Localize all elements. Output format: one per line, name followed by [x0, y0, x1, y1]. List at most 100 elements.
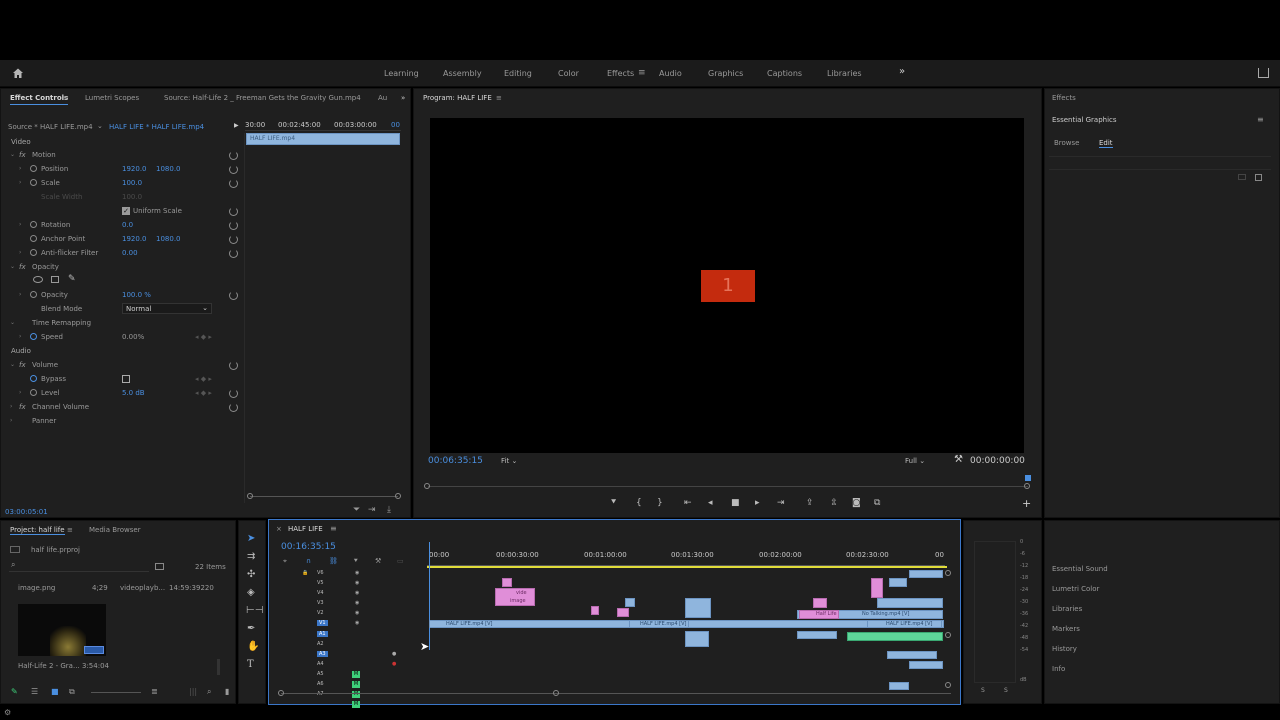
keyframe-nav-icons[interactable]: ◂ ◆ ▸	[195, 333, 212, 341]
pen-mask-icon[interactable]: ✎	[68, 274, 76, 284]
mark-in-icon[interactable]: {	[636, 498, 642, 508]
video-frame[interactable]: 1	[430, 118, 1024, 453]
program-scrubber[interactable]	[428, 481, 1028, 487]
clip-v2b[interactable]	[617, 608, 629, 617]
panner-row[interactable]: › Panner	[1, 415, 244, 428]
scroll-handle-right[interactable]	[395, 493, 401, 499]
panel-menu-icon[interactable]: ≡	[496, 94, 502, 102]
reset-icon[interactable]	[229, 151, 238, 160]
ellipse-mask-icon[interactable]	[33, 276, 43, 283]
position-x-value[interactable]: 1920.0	[122, 165, 147, 173]
panel-menu-icon[interactable]: ≡	[67, 526, 73, 534]
lift-icon[interactable]: ⇪	[806, 498, 814, 508]
timeline-title[interactable]: HALF LIFE	[288, 525, 323, 533]
chevron-right-icon[interactable]: ›	[19, 165, 21, 172]
chevron-right-icon[interactable]: ›	[19, 179, 21, 186]
stopwatch-icon[interactable]	[30, 235, 37, 242]
chevron-down-icon[interactable]: ⌄	[10, 263, 15, 270]
eye-icon[interactable]: ◉	[355, 610, 359, 616]
tab-browse[interactable]: Browse	[1054, 139, 1080, 147]
chevron-down-icon[interactable]: ⌄	[10, 361, 15, 368]
extract-icon[interactable]: ⇫	[830, 498, 838, 508]
reset-icon[interactable]	[229, 235, 238, 244]
level-value[interactable]: 5.0 dB	[122, 389, 145, 397]
mute-button[interactable]: M	[352, 681, 360, 688]
clip-v3-end[interactable]	[877, 598, 943, 608]
rectangle-mask-icon[interactable]	[51, 276, 59, 283]
export-frame-icon[interactable]: ⤓	[387, 505, 391, 515]
reset-icon[interactable]	[229, 207, 238, 216]
share-icon[interactable]	[1258, 68, 1269, 78]
clip-v5b[interactable]	[871, 578, 883, 598]
fx-icon[interactable]: fx	[19, 263, 26, 271]
rotation-value[interactable]: 0.0	[122, 221, 133, 229]
more-workspaces-button[interactable]: »	[899, 66, 905, 77]
reset-icon[interactable]	[229, 389, 238, 398]
eye-icon[interactable]: ◉	[355, 600, 359, 606]
export-icon[interactable]: ⇥	[368, 505, 376, 515]
hand-tool-icon[interactable]: ✋	[247, 641, 259, 652]
panel-menu-icon[interactable]: ≡	[1257, 115, 1264, 124]
add-marker-icon[interactable]: ⯆	[610, 498, 617, 508]
new-item-icon[interactable]: ▮	[225, 687, 229, 696]
time-remapping-row[interactable]: ⌄ Time Remapping	[1, 317, 244, 330]
effects-title[interactable]: Effects	[1052, 94, 1076, 102]
list-view-icon[interactable]: ☰	[31, 687, 38, 696]
clip-v1-end[interactable]: HALF LIFE.mp4 [V]	[867, 620, 942, 628]
clip-audio-a1b[interactable]	[797, 631, 837, 639]
media-row-name[interactable]: image.png	[18, 584, 55, 592]
play-triangle-icon[interactable]: ▶	[234, 122, 239, 129]
razor-tool-icon[interactable]: ◈	[247, 587, 255, 598]
mark-out-icon[interactable]: }	[657, 498, 663, 508]
stopwatch-icon[interactable]	[30, 221, 37, 228]
go-to-out-icon[interactable]: ⇥	[777, 498, 785, 508]
fx-icon[interactable]: fx	[19, 403, 26, 411]
find-icon[interactable]: ⌕	[207, 687, 211, 697]
chevron-right-icon[interactable]: ›	[19, 249, 21, 256]
panel-menu-icon[interactable]: ≡	[330, 524, 337, 533]
stopwatch-icon[interactable]	[30, 375, 37, 382]
clip-image[interactable]: image vide	[495, 588, 535, 606]
tab-lumetri-scopes[interactable]: Lumetri Scopes	[85, 94, 139, 102]
pen-tool-icon[interactable]: ✒	[247, 623, 255, 634]
selection-tool-icon[interactable]: ➤	[247, 533, 255, 544]
side-item-libraries[interactable]: Libraries	[1052, 605, 1082, 613]
reset-icon[interactable]	[229, 403, 238, 412]
scroll-handle-mid[interactable]	[553, 690, 559, 696]
essential-graphics-title[interactable]: Essential Graphics	[1052, 116, 1117, 124]
scroll-handle-left[interactable]	[278, 690, 284, 696]
tab-edit[interactable]: Edit	[1099, 139, 1113, 148]
sequence-label[interactable]: HALF LIFE * HALF LIFE.mp4	[109, 123, 204, 131]
tab-source[interactable]: Source: Half-Life 2 _ Freeman Gets the G…	[164, 94, 361, 102]
slip-tool-icon[interactable]: ⊢⊣	[246, 605, 263, 616]
reset-icon[interactable]	[229, 291, 238, 300]
tab-effect-controls[interactable]: Effect Controls	[10, 94, 69, 105]
chevron-right-icon[interactable]: ›	[10, 417, 12, 424]
close-icon[interactable]: ×	[276, 525, 282, 533]
keyframe-nav-icons[interactable]: ◂ ◆ ▸	[195, 375, 212, 383]
pencil-icon[interactable]: ✎	[11, 687, 18, 696]
tab-audio-clip[interactable]: Au	[378, 94, 387, 102]
work-area-bar[interactable]	[427, 566, 947, 568]
project-scrollbar[interactable]	[217, 659, 220, 675]
timeline-timecode[interactable]: 00:16:35:15	[281, 542, 336, 552]
zoom-scrollbar[interactable]	[247, 493, 401, 501]
workspace-captions[interactable]: Captions	[767, 69, 802, 78]
vertical-scroll-handle[interactable]	[945, 682, 951, 688]
stopwatch-icon[interactable]	[30, 333, 37, 340]
quality-select[interactable]: Full ⌄	[905, 457, 925, 465]
stop-icon[interactable]: ■	[731, 498, 740, 508]
solo-left-button[interactable]: S	[981, 687, 985, 694]
home-icon[interactable]	[12, 67, 24, 79]
chevron-right-icon[interactable]: ›	[19, 221, 21, 228]
clip-v3c[interactable]	[685, 598, 711, 618]
fx-icon[interactable]: fx	[19, 361, 26, 369]
linked-selection-icon[interactable]: ⛓	[329, 557, 338, 565]
new-bin-icon[interactable]	[155, 563, 164, 570]
icon-view-icon[interactable]: ■	[51, 687, 59, 696]
side-item-essential-sound[interactable]: Essential Sound	[1052, 565, 1108, 573]
scale-value[interactable]: 100.0	[122, 179, 142, 187]
side-item-info[interactable]: Info	[1052, 665, 1065, 673]
clip-v6[interactable]	[909, 570, 943, 578]
tab-project[interactable]: Project: half life	[10, 526, 65, 535]
